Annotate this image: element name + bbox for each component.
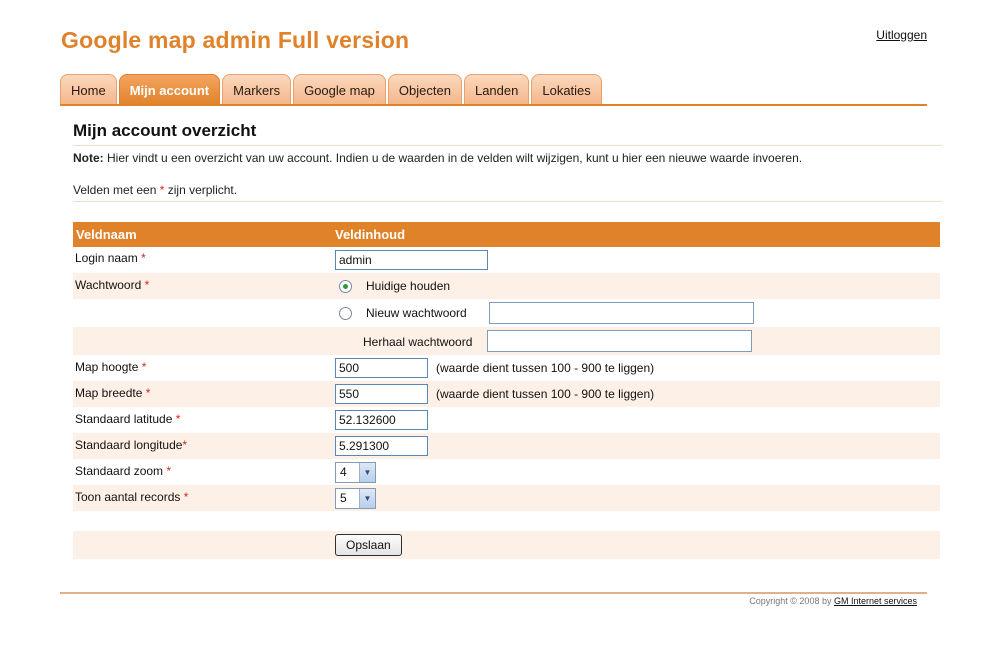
row-repeat-password: Herhaal wachtwoord [73, 327, 940, 355]
tab-landen[interactable]: Landen [463, 74, 530, 105]
map-width-input[interactable] [335, 384, 428, 404]
required-note-post: zijn verplicht. [164, 183, 238, 197]
header-field-value: Veldinhoud [335, 227, 406, 242]
app-title: Google map admin Full version [61, 27, 410, 53]
required-star: * [166, 464, 172, 478]
spacer-row [73, 511, 940, 531]
latitude-input[interactable] [335, 410, 428, 430]
label-map-width: Map breedte * [73, 381, 335, 400]
row-new-password: Nieuw wachtwoord [73, 299, 940, 327]
chevron-down-icon[interactable]: ▼ [359, 462, 375, 482]
label-zoom-text: Standaard zoom [75, 464, 164, 478]
nav-tabs: Home Mijn account Markers Google map Obj… [60, 74, 602, 105]
label-login: Login naam * [73, 247, 335, 265]
login-name-input[interactable] [335, 250, 488, 270]
new-password-label: Nieuw wachtwoord [366, 306, 467, 320]
tab-google-map[interactable]: Google map [293, 74, 386, 105]
required-note: Velden met een * zijn verplicht. [73, 183, 237, 197]
tab-bar-divider [60, 104, 927, 106]
records-select[interactable]: 5 ▼ [335, 487, 376, 509]
map-height-input[interactable] [335, 358, 428, 378]
repeat-password-input[interactable] [487, 330, 752, 352]
keep-password-label: Huidige houden [366, 279, 451, 293]
label-login-text: Login naam [75, 251, 138, 265]
longitude-input[interactable] [335, 436, 428, 456]
copyright: Copyright © 2008 by GM Internet services [749, 596, 917, 606]
row-map-height: Map hoogte * (waarde dient tussen 100 - … [73, 355, 940, 381]
row-map-width: Map breedte * (waarde dient tussen 100 -… [73, 381, 940, 407]
chevron-down-icon[interactable]: ▼ [359, 488, 375, 508]
required-star: * [182, 438, 188, 452]
tab-lokaties[interactable]: Lokaties [531, 74, 602, 105]
label-records-text: Toon aantal records [75, 490, 181, 504]
required-star: * [141, 360, 147, 374]
row-password: Wachtwoord * Huidige houden [73, 273, 940, 299]
row-latitude: Standaard latitude * [73, 407, 940, 433]
title-divider [73, 145, 942, 146]
label-records: Toon aantal records * [73, 485, 335, 504]
tab-home[interactable]: Home [60, 74, 117, 105]
page-title: Mijn account overzicht [73, 121, 257, 140]
zoom-value: 4 [340, 465, 347, 479]
label-latitude: Standaard latitude * [73, 407, 335, 426]
required-star: * [141, 251, 146, 265]
required-star: * [144, 278, 150, 292]
new-password-input[interactable] [489, 302, 754, 324]
label-map-height: Map hoogte * [73, 355, 335, 374]
required-star: * [175, 412, 181, 426]
label-password: Wachtwoord * [73, 273, 335, 292]
save-button[interactable]: Opslaan [335, 534, 402, 556]
required-star: * [183, 490, 189, 504]
map-height-hint: (waarde dient tussen 100 - 900 te liggen… [436, 361, 655, 375]
records-value: 5 [340, 491, 347, 505]
required-star: * [145, 386, 151, 400]
note-divider [73, 201, 942, 202]
table-header: Veldnaam Veldinhoud [73, 222, 940, 247]
radio-selected-icon[interactable] [339, 279, 352, 293]
row-records: Toon aantal records * 5 ▼ [73, 485, 940, 511]
required-note-pre: Velden met een [73, 183, 160, 197]
account-form-table: Veldnaam Veldinhoud Login naam * Wachtwo… [73, 222, 940, 559]
tab-mijn-account[interactable]: Mijn account [118, 74, 221, 105]
logout-link[interactable]: Uitloggen [876, 28, 927, 42]
row-login: Login naam * [73, 247, 940, 273]
label-password-text: Wachtwoord [75, 278, 142, 292]
row-zoom: Standaard zoom * 4 ▼ [73, 459, 940, 485]
note-text: Note: Hier vindt u een overzicht van uw … [73, 151, 802, 165]
label-map-width-text: Map breedte [75, 386, 143, 400]
repeat-password-label: Herhaal wachtwoord [363, 335, 473, 349]
note-body: Hier vindt u een overzicht van uw accoun… [103, 151, 803, 165]
map-width-hint: (waarde dient tussen 100 - 900 te liggen… [436, 387, 655, 401]
label-map-height-text: Map hoogte [75, 360, 139, 374]
note-label: Note: [73, 151, 104, 165]
zoom-select[interactable]: 4 ▼ [335, 461, 376, 483]
header-field-name: Veldnaam [76, 227, 137, 242]
label-longitude: Standaard longitude* [73, 433, 335, 452]
row-longitude: Standaard longitude* [73, 433, 940, 459]
footer-divider [60, 592, 927, 594]
company-link[interactable]: GM Internet services [834, 596, 917, 606]
label-latitude-text: Standaard latitude [75, 412, 173, 426]
label-longitude-text: Standaard longitude [75, 438, 183, 452]
label-zoom: Standaard zoom * [73, 459, 335, 478]
tab-markers[interactable]: Markers [222, 74, 292, 105]
radio-empty-icon[interactable] [339, 306, 352, 320]
copyright-text: Copyright © 2008 by [749, 596, 834, 606]
tab-objecten[interactable]: Objecten [387, 74, 462, 105]
row-submit: Opslaan [73, 531, 940, 559]
